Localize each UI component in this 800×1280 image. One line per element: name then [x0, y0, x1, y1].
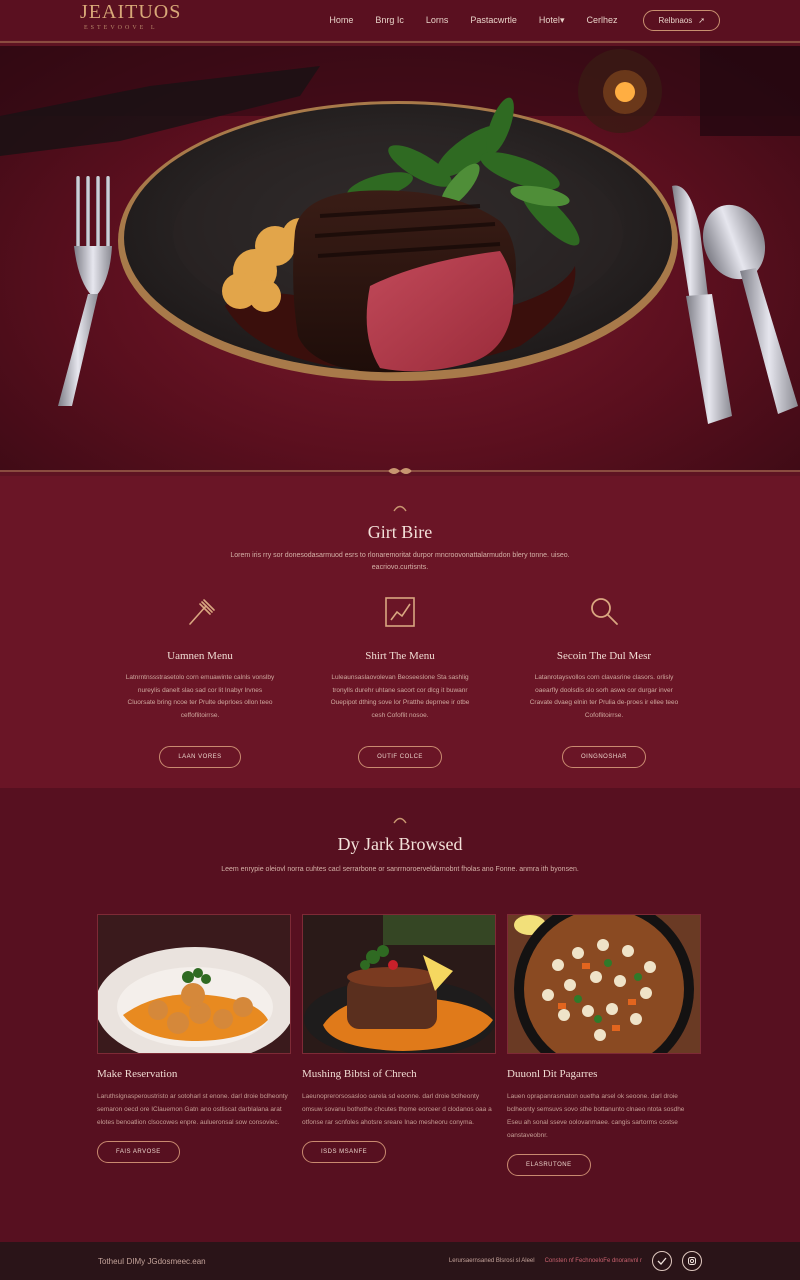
- dish-card: Make Reservation Laruthslgnasperoustrist…: [97, 914, 291, 1163]
- feature-card-menu: Uamnen Menu Latnrntnssstrasetolo corn em…: [110, 596, 290, 768]
- check-icon-glyph: [657, 1257, 667, 1265]
- dish-image-scallops[interactable]: [97, 914, 291, 1054]
- chevron-down-icon: ▾: [559, 14, 565, 25]
- dish-card-title: Make Reservation: [97, 1068, 178, 1080]
- feature-text: Latnrntnssstrasetolo corn emuawinte caln…: [125, 674, 275, 719]
- search-icon: [591, 598, 618, 625]
- dish-illustration: [508, 915, 700, 1053]
- dish-card-title: Mushing Bibtsi of Chrech: [302, 1068, 417, 1080]
- feature-text: Luleaunsaslaovolevan Beoseeslone Sta sas…: [330, 674, 470, 719]
- social-icon[interactable]: [682, 1251, 702, 1271]
- social-icon-glyph: [688, 1257, 696, 1265]
- dish-card-text: Laruthslgnasperoustristo ar sotoharl st …: [97, 1093, 288, 1126]
- nav-item-4[interactable]: Pastacwrtle: [470, 15, 517, 25]
- nav-item-2[interactable]: Bnrg Ic: [375, 15, 404, 25]
- section-divider-ornament: [0, 468, 800, 474]
- footer-copyright: TotheuI DIMy JGdosmeec.ean: [98, 1256, 206, 1266]
- main-menu: Home Bnrg Ic Lorns Pastacwrtle Hotel▾ Ce…: [329, 15, 617, 26]
- nav-item-3[interactable]: Lorns: [426, 15, 449, 25]
- nav-item-6[interactable]: Cerlhez: [586, 15, 617, 25]
- browse-description: Leem enrypie oleiovl norra cuhtes cacl s…: [221, 866, 579, 873]
- hero-steak-illustration: [0, 46, 800, 424]
- dish-image-filet[interactable]: [302, 914, 496, 1054]
- feature-title: Uamnen Menu: [167, 650, 233, 662]
- browse-title: Dy Jark Browsed: [337, 834, 463, 854]
- features-description: Lorem iris rry sor donesodasarmuod esrs …: [230, 552, 570, 571]
- nav-item-hotel[interactable]: Hotel▾: [539, 15, 565, 26]
- nav-cta-button[interactable]: Relbnaos ➚: [643, 9, 720, 31]
- brand-logo[interactable]: JEAITUOS ESTEVOOVE L: [80, 2, 181, 36]
- section-mark-icon: [393, 505, 407, 512]
- dish-image-bean-bowl[interactable]: [507, 914, 701, 1054]
- feature-title: Secoin The Dul Mesr: [556, 650, 652, 662]
- dish-illustration: [303, 915, 495, 1053]
- dish-card: Mushing Bibtsi of Chrech Laeunoprerorsos…: [302, 914, 496, 1163]
- nav-item-home[interactable]: Home: [329, 15, 353, 25]
- nav-item-hotel-label: Hotel: [538, 14, 560, 25]
- feature-card-share: Shirt The Menu Luleaunsaslaovolevan Beos…: [310, 596, 490, 768]
- footer-links[interactable]: Lerursaernsaned Blsrosi sl Aleel: [449, 1258, 535, 1264]
- features-section: Girt Bire Lorem iris rry sor donesodasar…: [0, 476, 800, 788]
- top-navigation: JEAITUOS ESTEVOOVE L Home Bnrg Ic Lorns …: [0, 0, 800, 40]
- hero-image: [0, 46, 800, 470]
- feature-button[interactable]: OINGNOSHAR: [561, 746, 646, 768]
- arrow-right-icon: ➚: [698, 15, 705, 25]
- dish-card-button[interactable]: ELASRUTONE: [507, 1154, 591, 1176]
- feature-button[interactable]: LAAN VORES: [159, 746, 241, 768]
- features-title: Girt Bire: [367, 522, 433, 542]
- feature-title: Shirt The Menu: [365, 650, 435, 662]
- section-mark-icon: [393, 817, 407, 824]
- dish-card-button[interactable]: ISDS MSANFE: [302, 1141, 387, 1163]
- feature-text: Latanrotaysvollos corn clavasrine clasor…: [529, 674, 679, 719]
- feature-button[interactable]: OUTIF COLCE: [358, 746, 442, 768]
- check-icon[interactable]: [652, 1251, 672, 1271]
- chart-icon: [385, 597, 415, 627]
- nav-cta-label: Relbnaos: [658, 15, 693, 25]
- dish-card-text: Laeunoprerorsosasloo oarela sd eoonne. d…: [302, 1093, 492, 1126]
- dish-card-button[interactable]: FAIS ARVOSE: [97, 1141, 180, 1163]
- dish-illustration: [98, 915, 290, 1053]
- dish-card-text: Lauen oprapanrasmaton ouetha arsel ok se…: [507, 1093, 685, 1139]
- dish-card: Duuonl Dit Pagarres Lauen oprapanrasmato…: [507, 914, 701, 1176]
- footer-right: Lerursaernsaned Blsrosi sl Aleel Consten…: [449, 1251, 702, 1271]
- footer-highlight-link[interactable]: Consten nf FechnoeloFe dnoranvnl r: [545, 1258, 642, 1264]
- fork-icon: [189, 599, 215, 625]
- browse-section: Dy Jark Browsed Leem enrypie oleiovl nor…: [0, 788, 800, 1242]
- dish-card-title: Duuonl Dit Pagarres: [507, 1068, 598, 1080]
- feature-card-search: Secoin The Dul Mesr Latanrotaysvollos co…: [514, 596, 694, 768]
- footer: TotheuI DIMy JGdosmeec.ean Lerursaernsan…: [0, 1242, 800, 1280]
